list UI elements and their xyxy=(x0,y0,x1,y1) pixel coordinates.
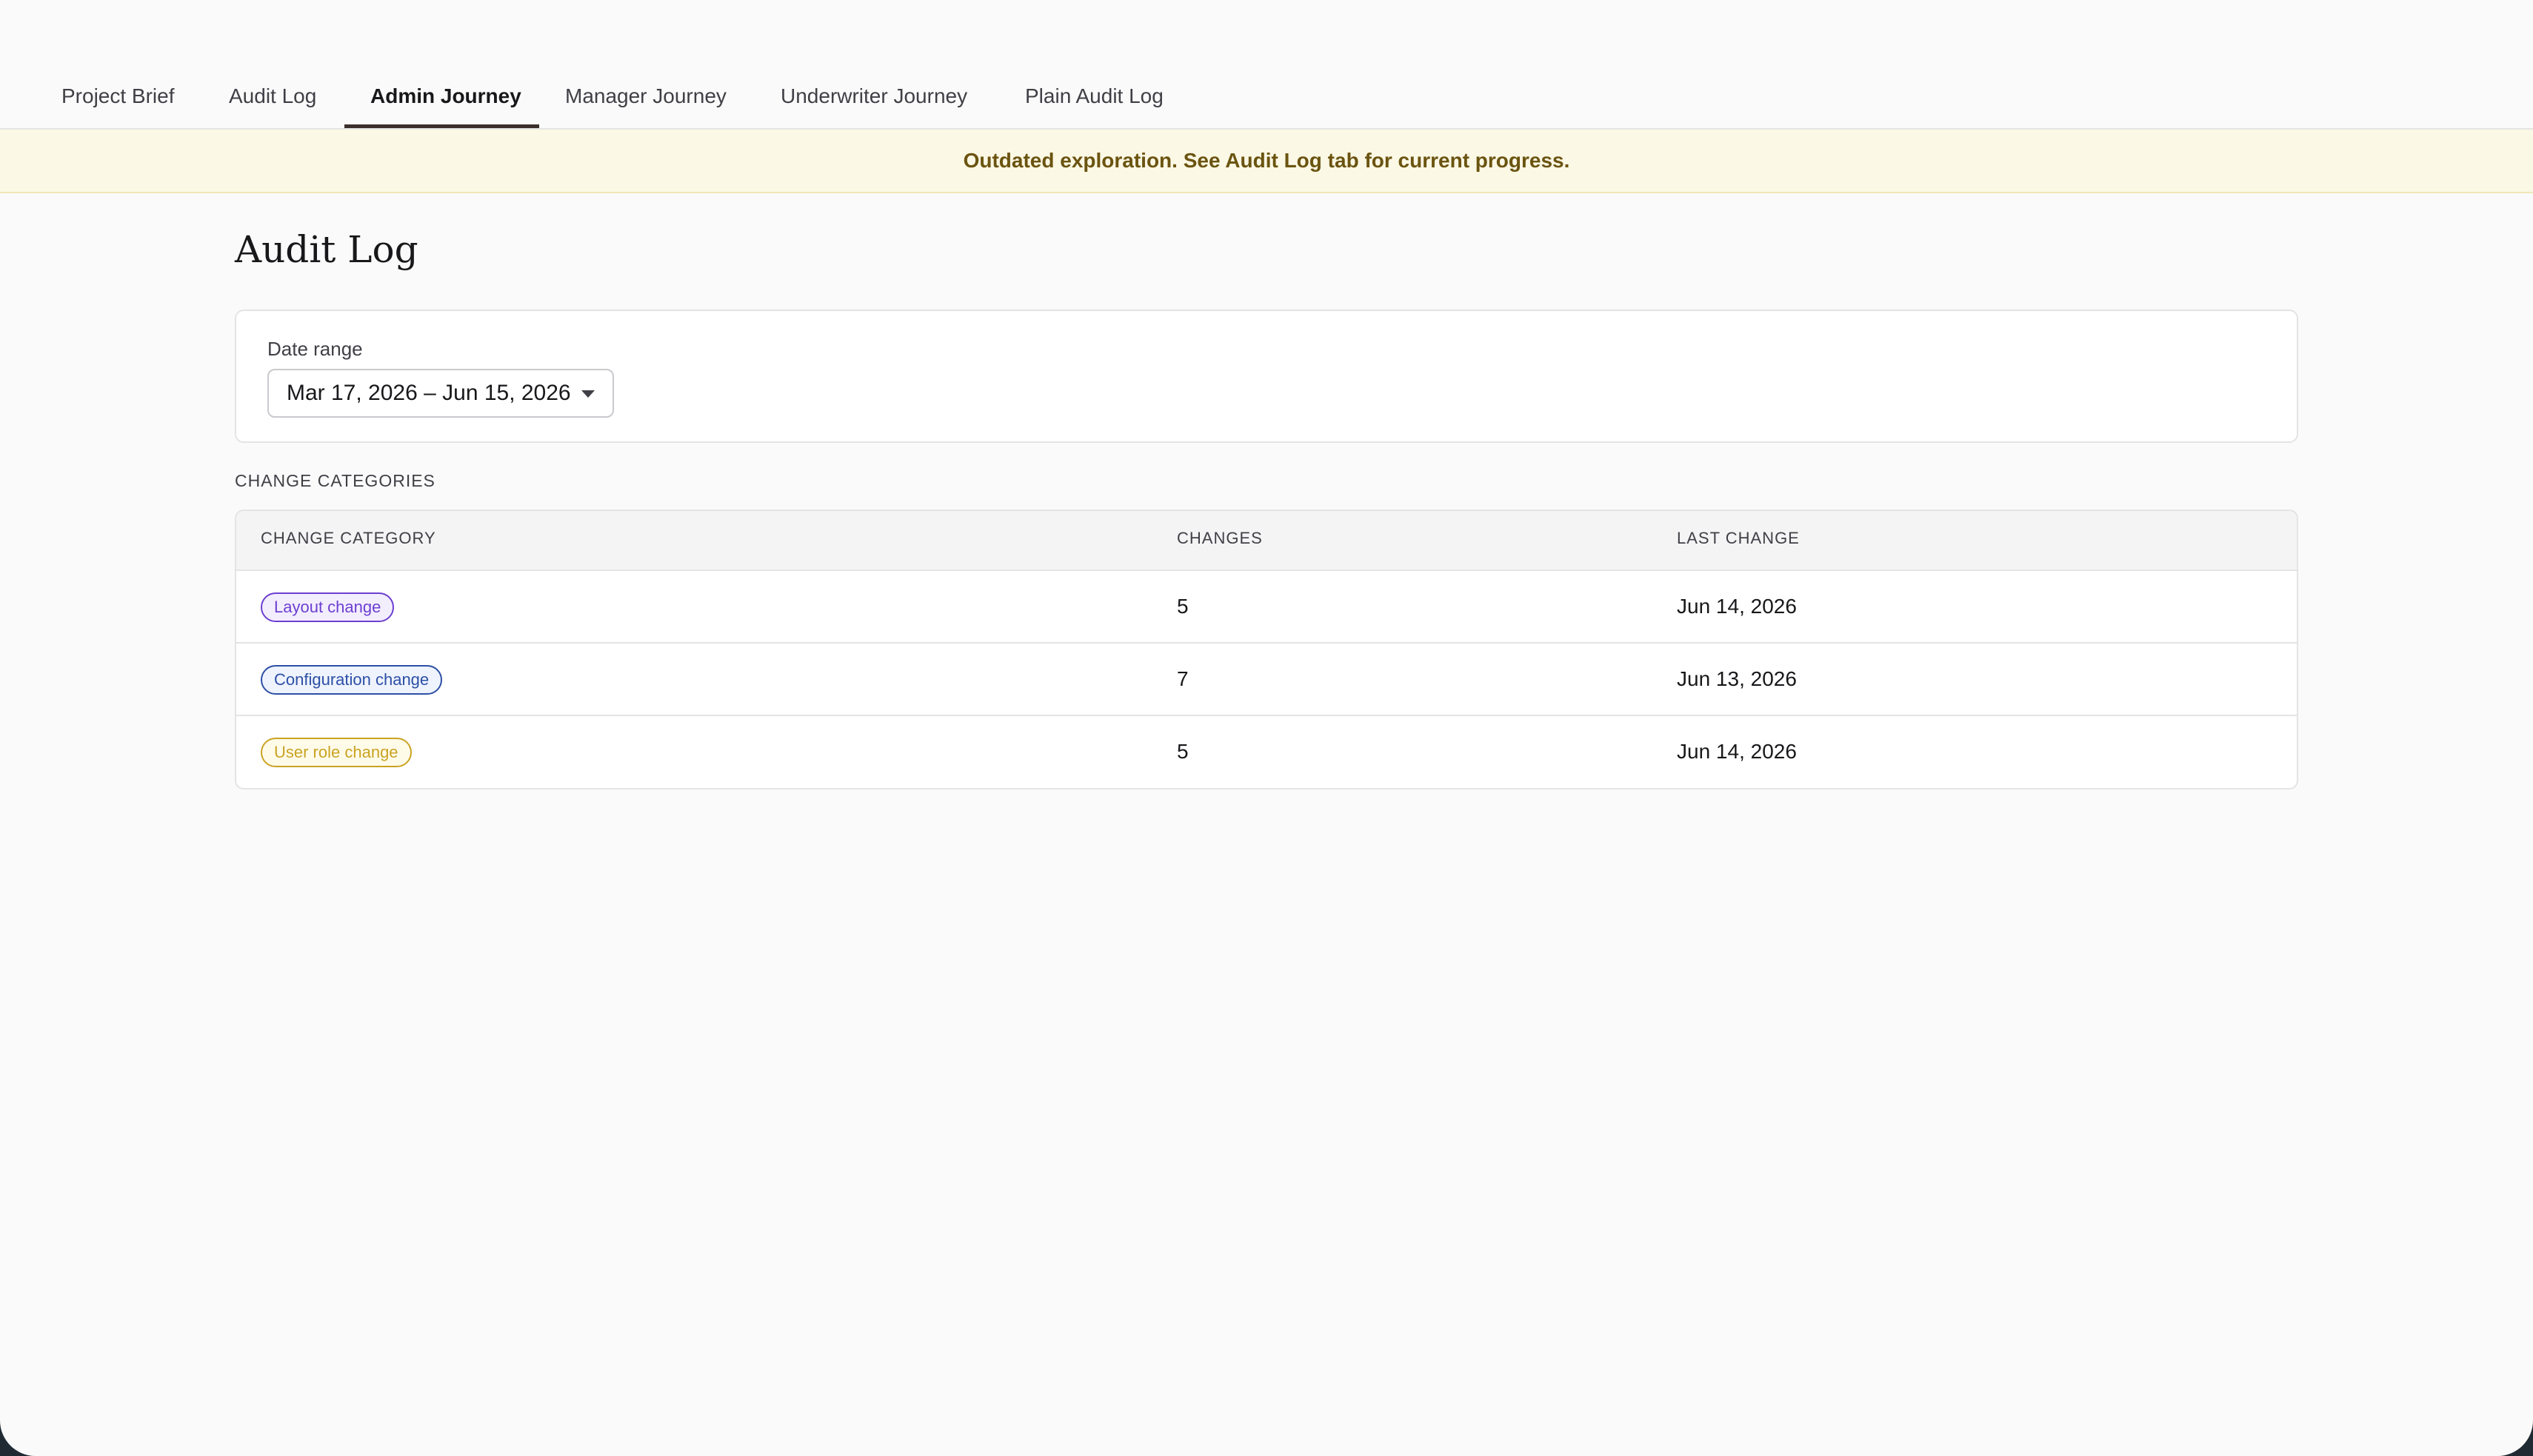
chevron-down-icon xyxy=(581,390,595,398)
changes-count: 5 xyxy=(1177,740,1189,763)
category-badge: Configuration change xyxy=(261,665,443,695)
last-change-date: Jun 14, 2026 xyxy=(1677,740,1797,763)
last-change-date: Jun 13, 2026 xyxy=(1677,667,1797,690)
column-header-changes: CHANGES xyxy=(1177,529,1263,547)
active-tab-indicator xyxy=(344,124,539,128)
change-categories-table: CHANGE CATEGORY CHANGES LAST CHANGE Layo… xyxy=(235,510,2298,789)
date-range-value: Mar 17, 2026 – Jun 15, 2026 xyxy=(287,381,571,405)
changes-count: 5 xyxy=(1177,595,1189,618)
page-title: Audit Log xyxy=(235,228,418,271)
tab-bar: Project Brief Audit Log Admin Journey Ma… xyxy=(0,0,2533,130)
tab-audit-log[interactable]: Audit Log xyxy=(229,74,316,130)
tab-plain-audit-log[interactable]: Plain Audit Log xyxy=(1025,74,1164,130)
tab-admin-journey[interactable]: Admin Journey xyxy=(370,74,521,130)
app-window: Project Brief Audit Log Admin Journey Ma… xyxy=(0,0,2533,1456)
table-header: CHANGE CATEGORY CHANGES LAST CHANGE xyxy=(236,511,2297,571)
section-heading: CHANGE CATEGORIES xyxy=(235,471,435,490)
filter-card: Date range Mar 17, 2026 – Jun 15, 2026 xyxy=(235,310,2298,443)
outdated-banner: Outdated exploration. See Audit Log tab … xyxy=(0,130,2533,193)
changes-count: 7 xyxy=(1177,667,1189,690)
banner-text: Outdated exploration. See Audit Log tab … xyxy=(963,149,1570,172)
column-header-category: CHANGE CATEGORY xyxy=(261,529,436,547)
tab-underwriter-journey[interactable]: Underwriter Journey xyxy=(781,74,967,130)
last-change-date: Jun 14, 2026 xyxy=(1677,595,1797,618)
tab-project-brief[interactable]: Project Brief xyxy=(61,74,175,130)
category-badge: User role change xyxy=(261,738,412,767)
column-header-last-change: LAST CHANGE xyxy=(1677,529,1800,547)
category-badge: Layout change xyxy=(261,592,395,622)
table-row[interactable]: User role change 5 Jun 14, 2026 xyxy=(236,716,2297,788)
date-range-select[interactable]: Mar 17, 2026 – Jun 15, 2026 xyxy=(267,369,614,418)
table-row[interactable]: Configuration change 7 Jun 13, 2026 xyxy=(236,644,2297,716)
date-range-label: Date range xyxy=(267,338,363,360)
tab-manager-journey[interactable]: Manager Journey xyxy=(565,74,727,130)
table-row[interactable]: Layout change 5 Jun 14, 2026 xyxy=(236,571,2297,644)
